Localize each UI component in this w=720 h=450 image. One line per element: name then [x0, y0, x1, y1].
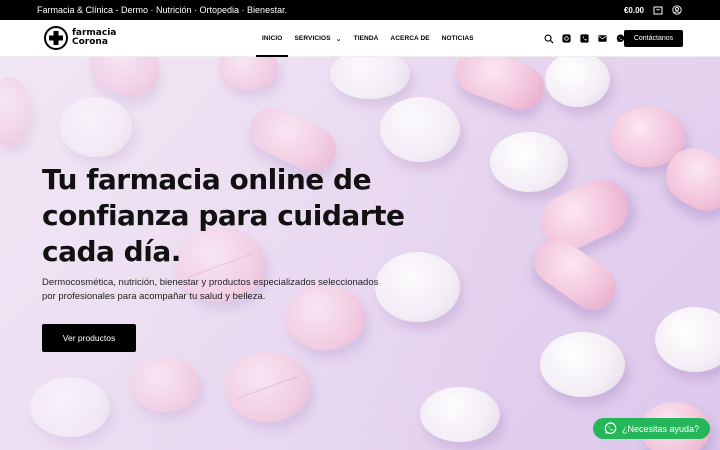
view-products-button[interactable]: Ver productos — [42, 324, 136, 352]
nav-tienda[interactable]: TIENDA — [348, 20, 385, 57]
site-logo[interactable]: farmacia Corona — [44, 26, 116, 50]
whatsapp-help-button[interactable]: ¿Necesitas ayuda? — [593, 418, 710, 439]
hero-section: Tu farmacia online de confianza para cui… — [0, 57, 720, 450]
phone-icon[interactable] — [579, 33, 590, 44]
cart-total[interactable]: €0.00 — [624, 6, 644, 15]
main-nav: INICIO SERVICIOS ⌄ TIENDA ACERCA DE NOTI… — [256, 20, 480, 57]
nav-noticias[interactable]: NOTICIAS — [436, 20, 480, 57]
nav-servicios[interactable]: SERVICIOS ⌄ — [288, 20, 347, 57]
account-icon[interactable] — [672, 5, 682, 15]
cart-icon[interactable] — [653, 5, 663, 15]
nav-inicio[interactable]: INICIO — [256, 20, 289, 57]
top-bar-actions: €0.00 — [624, 5, 682, 15]
contact-button[interactable]: Contáctanos — [624, 30, 683, 47]
chevron-down-icon: ⌄ — [335, 35, 342, 43]
header-icons — [543, 33, 626, 44]
top-bar-tagline: Farmacia & Clínica - Dermo · Nutrición ·… — [37, 5, 288, 15]
search-icon[interactable] — [543, 33, 554, 44]
hero-title: Tu farmacia online de confianza para cui… — [42, 163, 405, 268]
mail-icon[interactable] — [597, 33, 608, 44]
whatsapp-help-label: ¿Necesitas ayuda? — [622, 423, 700, 434]
logo-text: farmacia Corona — [72, 29, 116, 47]
nav-servicios-label: SERVICIOS — [294, 35, 331, 42]
instagram-icon[interactable] — [561, 33, 572, 44]
site-header: farmacia Corona INICIO SERVICIOS ⌄ TIEND… — [0, 20, 720, 57]
nav-acerca-de[interactable]: ACERCA DE — [384, 20, 435, 57]
pharmacy-cross-icon — [44, 26, 68, 50]
logo-line-2: Corona — [72, 37, 108, 47]
whatsapp-icon — [604, 422, 617, 434]
top-bar: Farmacia & Clínica - Dermo · Nutrición ·… — [0, 0, 720, 20]
hero-subtitle: Dermocosmética, nutrición, bienestar y p… — [42, 277, 379, 302]
